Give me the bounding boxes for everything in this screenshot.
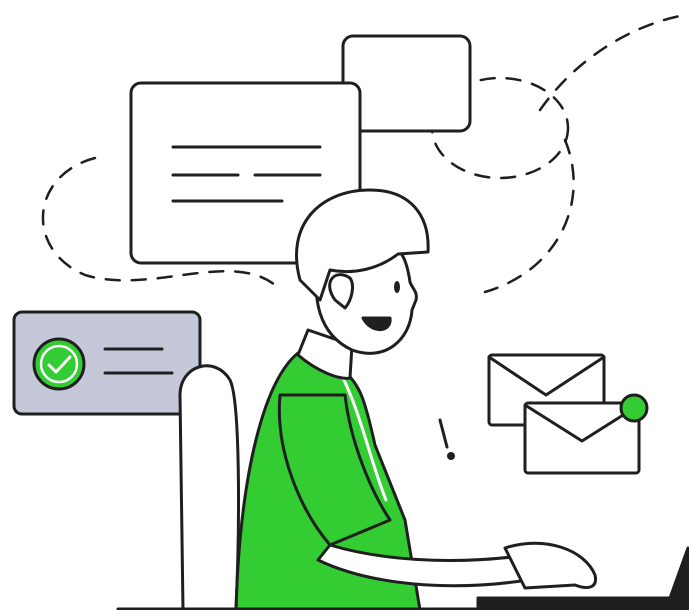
check-circle-icon xyxy=(32,337,86,391)
eye xyxy=(394,281,400,293)
illustration xyxy=(0,0,689,610)
chair xyxy=(178,364,240,610)
exclamation-icon xyxy=(438,418,455,460)
success-card xyxy=(12,310,202,416)
notification-dot xyxy=(619,393,649,423)
small-card xyxy=(341,34,472,133)
